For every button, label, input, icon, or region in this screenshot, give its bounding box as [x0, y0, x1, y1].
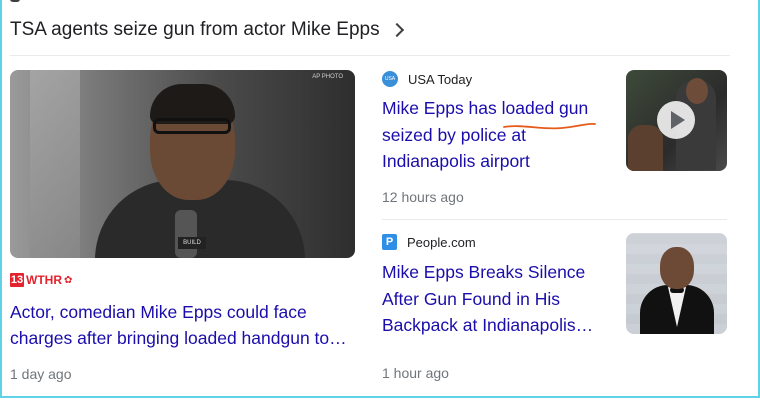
article-title[interactable]: Actor, comedian Mike Epps could face cha… — [10, 299, 355, 351]
news-card-wthr[interactable]: BUILD AP PHOTO 13 WTHR ✿ Actor, comedian… — [10, 70, 355, 390]
news-card-usatoday[interactable]: USA USA Today Mike Epps has loaded gun s… — [382, 70, 727, 210]
nbc-peacock-icon: ✿ — [64, 274, 73, 286]
photo-thumbnail[interactable] — [626, 233, 727, 334]
image-background — [30, 70, 80, 258]
video-thumbnail[interactable] — [626, 70, 727, 171]
article-time: 1 day ago — [10, 366, 72, 382]
article-image[interactable]: BUILD AP PHOTO — [10, 70, 355, 258]
source-wthr[interactable]: 13 WTHR ✿ — [10, 270, 72, 290]
wthr-logo: 13 WTHR ✿ — [10, 272, 72, 288]
play-icon[interactable] — [657, 101, 695, 139]
story-headline-text: TSA agents seize gun from actor Mike Epp… — [10, 19, 380, 40]
wthr-source-name: WTHR — [26, 273, 62, 287]
story-headline[interactable]: TSA agents seize gun from actor Mike Epp… — [10, 16, 404, 44]
people-logo-icon: P — [382, 234, 397, 250]
usa-today-logo-icon: USA — [382, 71, 398, 87]
chevron-right-icon — [389, 22, 404, 38]
handwritten-underline-annotation — [503, 122, 596, 130]
article-title[interactable]: Mike Epps has loaded gun seized by polic… — [382, 95, 607, 175]
thumbnail-person-head — [686, 78, 708, 104]
news-card-people[interactable]: P People.com Mike Epps Breaks Silence Af… — [382, 233, 727, 388]
thumbnail-person — [628, 125, 663, 171]
source-name: People.com — [407, 234, 476, 250]
image-microphone — [175, 210, 197, 258]
thumbnail-person-head — [660, 247, 694, 289]
divider — [382, 219, 727, 220]
article-title[interactable]: Mike Epps Breaks Silence After Gun Found… — [382, 259, 607, 339]
image-person-glasses — [153, 118, 231, 134]
article-time: 1 hour ago — [382, 365, 449, 381]
divider — [10, 55, 730, 56]
wthr-channel-badge: 13 — [10, 273, 24, 287]
image-watermark: AP PHOTO — [312, 74, 343, 80]
source-name: USA Today — [408, 71, 473, 87]
source-people[interactable]: P People.com — [382, 233, 476, 251]
article-time: 12 hours ago — [382, 189, 464, 205]
image-mic-tag: BUILD — [178, 237, 206, 249]
source-usatoday[interactable]: USA USA Today — [382, 70, 472, 88]
